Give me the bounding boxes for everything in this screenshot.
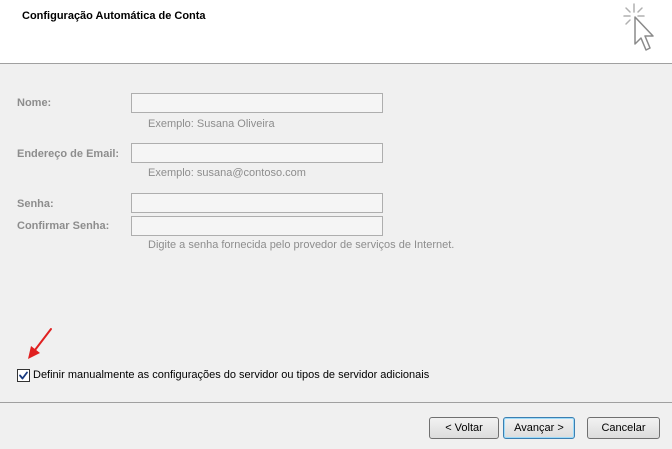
name-hint: Exemplo: Susana Oliveira [148, 118, 275, 130]
email-label: Endereço de Email: [17, 148, 120, 160]
email-hint: Exemplo: susana@contoso.com [148, 167, 306, 179]
footer-divider [0, 402, 672, 403]
manual-config-label[interactable]: Definir manualmente as configurações do … [33, 369, 429, 381]
checkmark-icon [19, 371, 28, 380]
password-input[interactable] [131, 193, 383, 213]
cursor-sparkle-icon [623, 3, 654, 51]
back-button[interactable]: < Voltar [429, 417, 499, 439]
name-label: Nome: [17, 97, 52, 109]
page-title: Configuração Automática de Conta [22, 10, 206, 22]
confirm-password-label: Confirmar Senha: [17, 220, 110, 232]
next-button[interactable]: Avançar > [503, 417, 575, 439]
password-label: Senha: [17, 198, 54, 210]
password-hint: Digite a senha fornecida pelo provedor d… [148, 239, 455, 251]
email-input[interactable] [131, 143, 383, 163]
confirm-password-input[interactable] [131, 216, 383, 236]
name-input[interactable] [131, 93, 383, 113]
cancel-button[interactable]: Cancelar [587, 417, 660, 439]
wizard-header: Configuração Automática de Conta [0, 0, 672, 64]
annotation-arrow-icon [28, 328, 52, 359]
manual-config-checkbox[interactable] [17, 369, 30, 382]
